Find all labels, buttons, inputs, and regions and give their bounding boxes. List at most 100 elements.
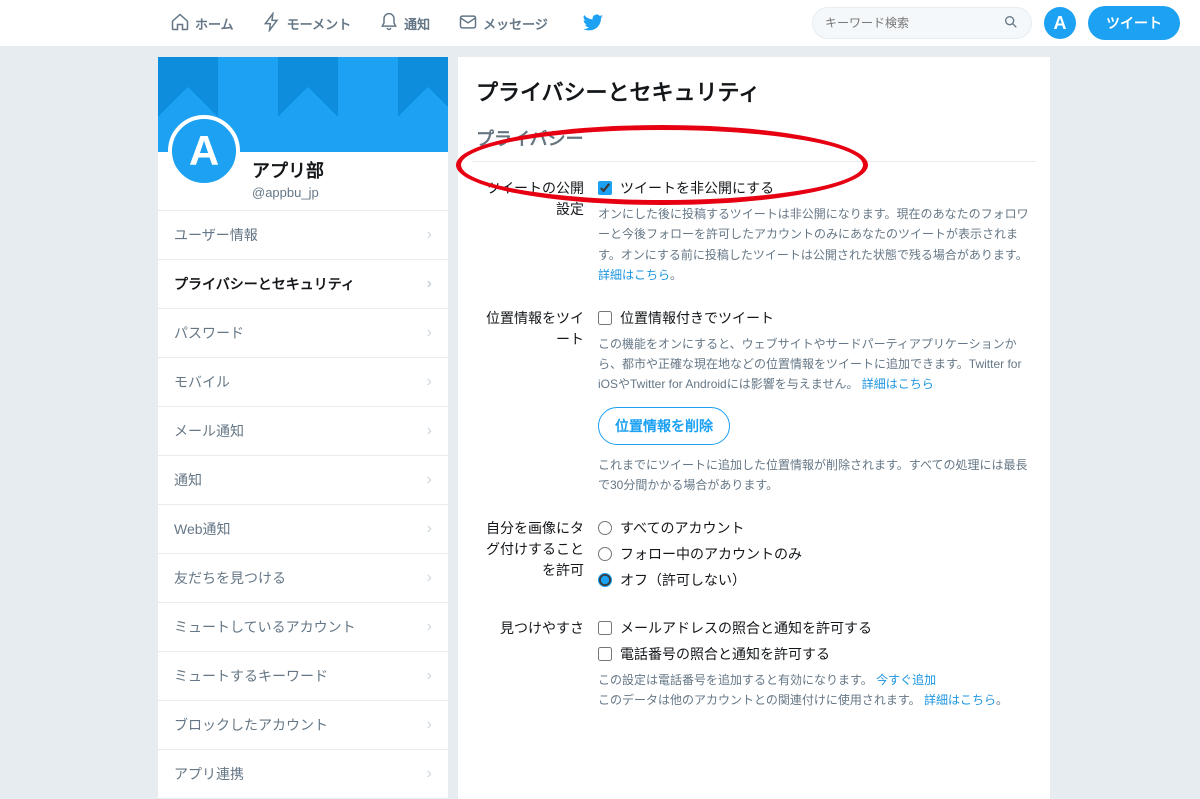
tweet-location-option[interactable]: 位置情報付きでツイート: [598, 308, 1032, 328]
avatar-letter: A: [1054, 13, 1067, 34]
discover-email-option[interactable]: メールアドレスの照合と通知を許可する: [598, 618, 1032, 638]
setting-discoverability: 見つけやすさ メールアドレスの照合と通知を許可する 電話番号の照合と通知を許可す…: [472, 616, 1036, 731]
settings-nav: ユーザー情報 › プライバシーとセキュリティ › パスワード › モバイル › …: [158, 211, 448, 799]
setting-label: 自分を画像にタグ付けすることを許可: [476, 518, 598, 596]
sidebar-item-blocked-accounts[interactable]: ブロックしたアカウント ›: [158, 701, 448, 750]
tagging-following-radio[interactable]: [598, 547, 612, 561]
sidebar-item-label: メール通知: [174, 421, 244, 441]
sidebar-item-label: ユーザー情報: [174, 225, 258, 245]
sidebar-item-label: Web通知: [174, 519, 231, 539]
sidebar-item-label: 通知: [174, 470, 202, 490]
delete-location-button[interactable]: 位置情報を削除: [598, 407, 730, 445]
tagging-following-option[interactable]: フォロー中のアカウントのみ: [598, 544, 1032, 564]
page-title: プライバシーとセキュリティ: [472, 75, 1036, 107]
profile-handle: @appbu_jp: [252, 185, 324, 200]
sidebar-item-email-notifications[interactable]: メール通知 ›: [158, 407, 448, 456]
sidebar-item-label: パスワード: [174, 323, 244, 343]
tagging-following-label: フォロー中のアカウントのみ: [620, 544, 802, 564]
lightning-icon: [262, 12, 282, 35]
profile-name: アプリ部: [252, 157, 324, 183]
search-icon: [1003, 14, 1019, 33]
chevron-right-icon: ›: [427, 275, 432, 293]
tweet-location-checkbox[interactable]: [598, 311, 612, 325]
sidebar-item-label: プライバシーとセキュリティ: [174, 274, 355, 294]
chevron-right-icon: ›: [427, 520, 432, 538]
tagging-off-label: オフ（許可しない）: [620, 570, 746, 590]
chevron-right-icon: ›: [427, 667, 432, 685]
search-box[interactable]: [812, 7, 1032, 39]
tweet-location-learn-more-link[interactable]: 詳細はこちら: [862, 377, 934, 391]
discover-email-label: メールアドレスの照合と通知を許可する: [620, 618, 872, 638]
nav-home-label: ホーム: [195, 14, 234, 33]
sidebar-item-muted-accounts[interactable]: ミュートしているアカウント ›: [158, 603, 448, 652]
chevron-right-icon: ›: [427, 422, 432, 440]
tagging-all-radio[interactable]: [598, 521, 612, 535]
discover-data-help: このデータは他のアカウントとの関連付けに使用されます。 詳細はこちら。: [598, 690, 1032, 710]
tweet-location-help: この機能をオンにすると、ウェブサイトやサードパーティアプリケーションから、都市や…: [598, 334, 1032, 395]
protect-tweets-label: ツイートを非公開にする: [620, 178, 774, 198]
profile-meta: アプリ部 @appbu_jp: [252, 157, 324, 200]
sidebar-item-notifications[interactable]: 通知 ›: [158, 456, 448, 505]
nav-moments-label: モーメント: [287, 14, 351, 33]
tagging-off-radio[interactable]: [598, 573, 612, 587]
protect-tweets-learn-more-link[interactable]: 詳細はこちら: [598, 268, 670, 282]
profile-header: A アプリ部 @appbu_jp: [158, 57, 448, 211]
discover-phone-checkbox[interactable]: [598, 647, 612, 661]
search-input[interactable]: [825, 16, 1003, 30]
sidebar-item-label: アプリ連携: [174, 764, 244, 784]
home-icon: [170, 12, 190, 35]
sidebar-item-apps[interactable]: アプリ連携 ›: [158, 750, 448, 799]
nav-notifications-label: 通知: [404, 14, 430, 33]
tagging-off-option[interactable]: オフ（許可しない）: [598, 570, 1032, 590]
profile-avatar-letter: A: [189, 127, 219, 175]
tagging-all-label: すべてのアカウント: [620, 518, 744, 538]
sidebar-item-account[interactable]: ユーザー情報 ›: [158, 211, 448, 260]
nav-left: ホーム モーメント 通知 メッセージ: [170, 12, 548, 35]
discover-phone-help: この設定は電話番号を追加すると有効になります。 今すぐ追加: [598, 670, 1032, 690]
nav-home[interactable]: ホーム: [170, 12, 234, 35]
protect-tweets-checkbox[interactable]: [598, 181, 612, 195]
setting-photo-tagging: 自分を画像にタグ付けすることを許可 すべてのアカウント フォロー中のアカウントの…: [472, 516, 1036, 616]
section-privacy-title: プライバシー: [472, 125, 1036, 162]
discover-phone-label: 電話番号の照合と通知を許可する: [620, 644, 830, 664]
nav-messages[interactable]: メッセージ: [458, 12, 548, 35]
sidebar-item-privacy[interactable]: プライバシーとセキュリティ ›: [158, 260, 448, 309]
discover-phone-option[interactable]: 電話番号の照合と通知を許可する: [598, 644, 1032, 664]
chevron-right-icon: ›: [427, 226, 432, 244]
sidebar: A アプリ部 @appbu_jp ユーザー情報 › プライバシーとセキュリティ …: [158, 57, 448, 799]
discover-email-checkbox[interactable]: [598, 621, 612, 635]
sidebar-item-web-notifications[interactable]: Web通知 ›: [158, 505, 448, 554]
compose-tweet-button[interactable]: ツイート: [1088, 6, 1180, 40]
chevron-right-icon: ›: [427, 471, 432, 489]
setting-location: 位置情報をツイート 位置情報付きでツイート この機能をオンにすると、ウェブサイト…: [472, 306, 1036, 516]
page-body: A アプリ部 @appbu_jp ユーザー情報 › プライバシーとセキュリティ …: [0, 47, 1200, 799]
setting-label: 見つけやすさ: [476, 618, 598, 711]
setting-label: ツイートの公開設定: [476, 178, 598, 286]
sidebar-item-mobile[interactable]: モバイル ›: [158, 358, 448, 407]
main-panel: プライバシーとセキュリティ プライバシー ツイートの公開設定 ツイートを非公開に…: [458, 57, 1050, 799]
twitter-logo-icon[interactable]: [582, 12, 604, 34]
chevron-right-icon: ›: [427, 765, 432, 783]
discover-learn-more-link[interactable]: 詳細はこちら: [924, 693, 996, 707]
sidebar-item-label: ミュートしているアカウント: [174, 617, 356, 637]
sidebar-item-label: ミュートするキーワード: [174, 666, 328, 686]
chevron-right-icon: ›: [427, 373, 432, 391]
account-avatar[interactable]: A: [1044, 7, 1076, 39]
nav-notifications[interactable]: 通知: [379, 12, 430, 35]
nav-messages-label: メッセージ: [483, 14, 548, 33]
setting-tweet-privacy: ツイートの公開設定 ツイートを非公開にする オンにした後に投稿するツイートは非公…: [472, 176, 1036, 306]
protect-tweets-help: オンにした後に投稿するツイートは非公開になります。現在のあなたのフォロワーと今後…: [598, 204, 1032, 286]
protect-tweets-option[interactable]: ツイートを非公開にする: [598, 178, 1032, 198]
bell-icon: [379, 12, 399, 35]
chevron-right-icon: ›: [427, 324, 432, 342]
delete-location-help: これまでにツイートに追加した位置情報が削除されます。すべての処理には最長で30分…: [598, 455, 1032, 496]
sidebar-item-find-friends[interactable]: 友だちを見つける ›: [158, 554, 448, 603]
tagging-all-option[interactable]: すべてのアカウント: [598, 518, 1032, 538]
sidebar-item-password[interactable]: パスワード ›: [158, 309, 448, 358]
chevron-right-icon: ›: [427, 618, 432, 636]
sidebar-item-label: 友だちを見つける: [174, 568, 286, 588]
sidebar-item-label: ブロックしたアカウント: [174, 715, 328, 735]
sidebar-item-muted-keywords[interactable]: ミュートするキーワード ›: [158, 652, 448, 701]
nav-moments[interactable]: モーメント: [262, 12, 351, 35]
profile-avatar[interactable]: A: [168, 115, 240, 187]
